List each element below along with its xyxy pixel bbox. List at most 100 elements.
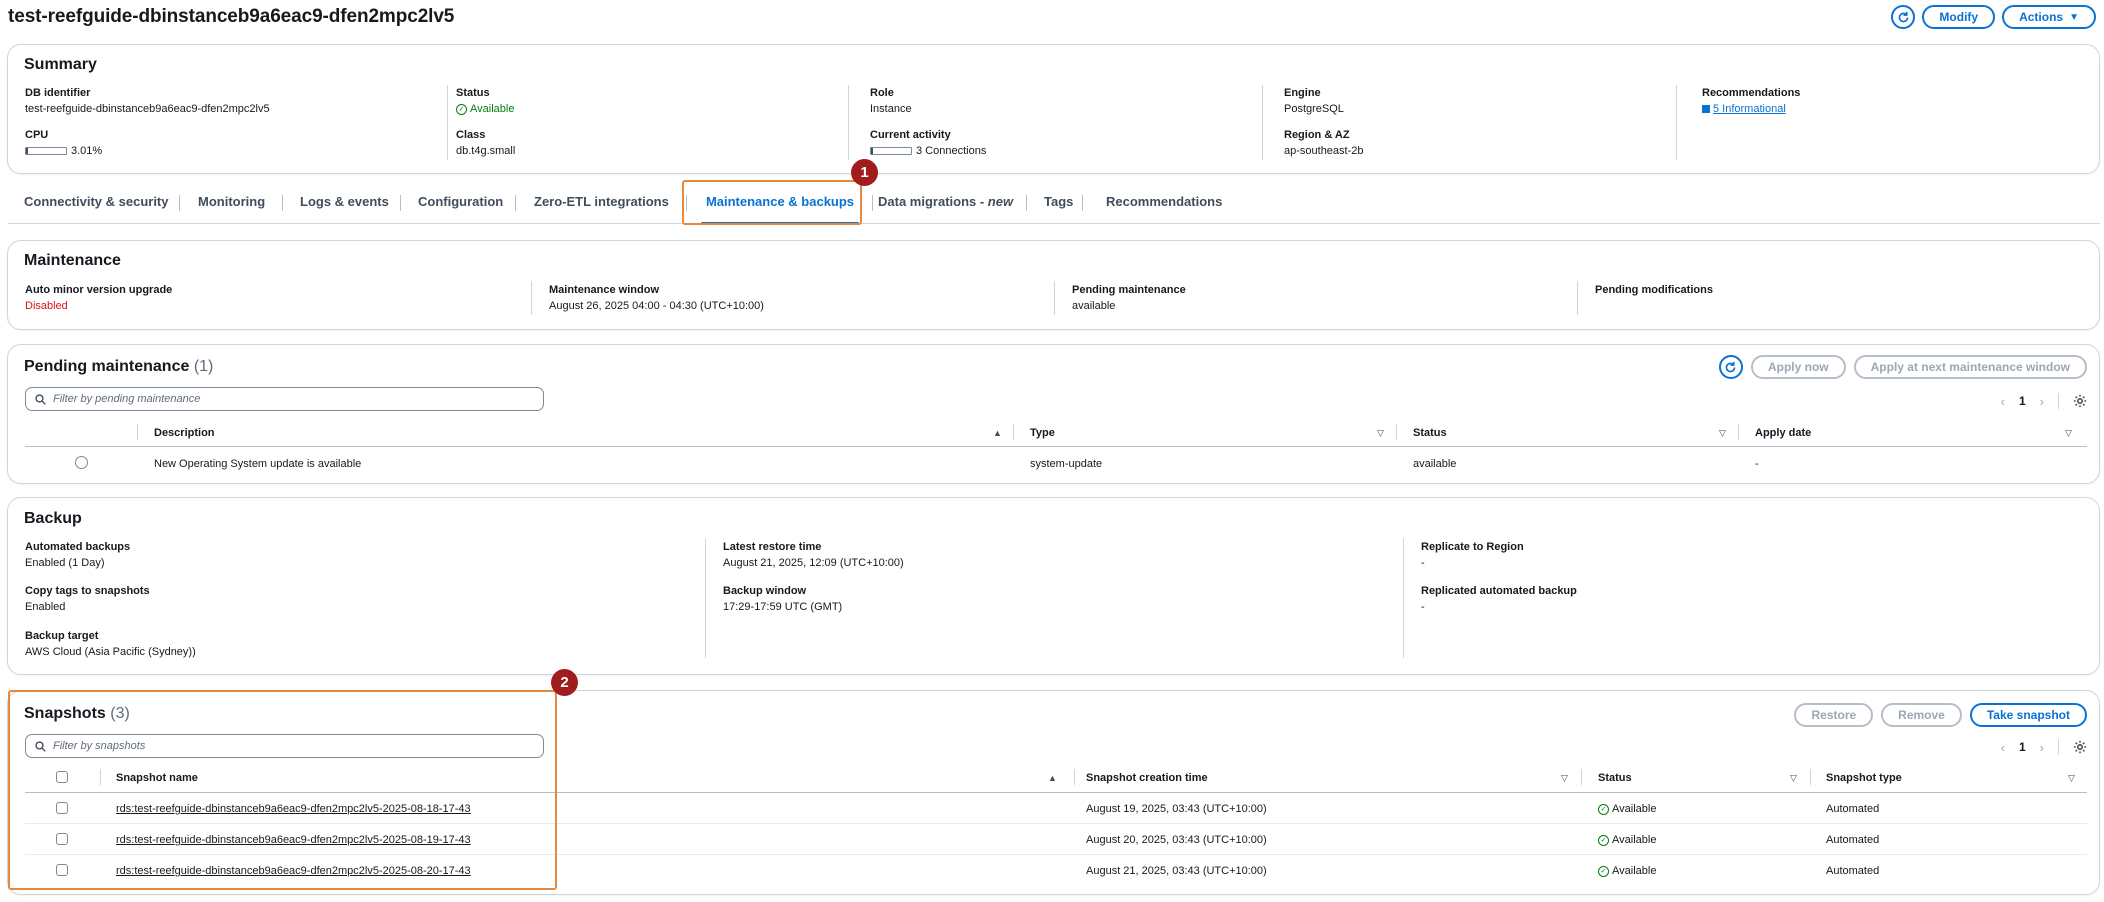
backup-window: Backup window 17:29-17:59 UTC (GMT) [723,585,842,613]
backup-target: Backup target AWS Cloud (Asia Pacific (S… [25,630,196,658]
gear-icon[interactable] [2073,394,2087,408]
class-label: Class [456,129,486,141]
restore-button[interactable]: Restore [1794,703,1874,727]
snapshots-filter[interactable] [25,734,544,758]
tab-configuration[interactable]: Configuration [418,180,503,224]
snapshot-name-link[interactable]: rds:test-reefguide-dbinstanceb9a6eac9-df… [116,834,471,846]
auto-minor-value: Disabled [25,300,68,312]
cpu-label: CPU [25,129,49,141]
sort-icon[interactable]: ▽ [2065,428,2072,439]
snapshot-creation-time: August 20, 2025, 03:43 (UTC+10:00) [1086,834,1267,846]
pending-maintenance-panel: Pending maintenance (1) Apply now Apply … [7,344,2100,484]
backup-target-label: Backup target [25,630,99,642]
tab-logs-events[interactable]: Logs & events [300,180,389,224]
sort-icon[interactable]: ▽ [2068,773,2075,784]
tab-separator [872,195,873,211]
class-value: db.t4g.small [456,145,516,157]
snapshot-creation-time: August 19, 2025, 03:43 (UTC+10:00) [1086,803,1267,815]
automated-backups-value: Enabled (1 Day) [25,557,105,569]
callout-badge-1: 1 [851,159,878,186]
next-page-icon[interactable]: › [2040,740,2044,755]
pending-maintenance-count: (1) [193,358,214,375]
latest-restore-value: August 21, 2025, 12:09 (UTC+10:00) [723,557,904,569]
select-all-checkbox[interactable] [56,771,68,783]
column-snapshot-name[interactable]: Snapshot name [116,772,198,784]
row-radio[interactable] [75,456,88,469]
class: Class db.t4g.small [456,129,515,157]
page-number[interactable]: 1 [2019,740,2026,754]
snapshot-status: ✓ Available [1598,834,1656,846]
pending-maintenance-filter-input[interactable] [53,393,523,405]
snapshots-filter-input[interactable] [53,740,523,752]
activity-meter [870,147,912,156]
refresh-button[interactable] [1891,5,1916,29]
active-tab-indicator [701,222,859,225]
replicate-to-region: Replicate to Region - [1421,541,1524,569]
sort-icon[interactable]: ▽ [1719,428,1726,439]
column-type[interactable]: Type [1030,427,1055,439]
column-separator [1581,769,1582,785]
row-checkbox[interactable] [56,864,68,876]
sort-ascending-icon[interactable]: ▲ [993,428,1002,438]
modify-button[interactable]: Modify [1922,5,1996,29]
pending-maintenance-value: available [1072,300,1116,312]
column-status[interactable]: Status [1598,772,1632,784]
column-snapshot-type[interactable]: Snapshot type [1826,772,1902,784]
apply-now-button[interactable]: Apply now [1750,355,1846,379]
sort-icon[interactable]: ▽ [1561,773,1568,784]
callout-badge-2: 2 [551,669,578,696]
column-snapshot-creation-time[interactable]: Snapshot creation time [1086,772,1208,784]
snapshots-title: Snapshots (3) [24,705,130,723]
page-title: test-reefguide-dbinstanceb9a6eac9-dfen2m… [8,6,455,27]
sort-icon[interactable]: ▽ [1377,428,1384,439]
engine: Engine PostgreSQL [1284,87,1344,115]
recommendations: Recommendations 5 Informational [1702,87,1800,115]
recommendations-link[interactable]: 5 Informational [1713,103,1786,115]
column-divider [447,85,448,160]
actions-dropdown[interactable]: Actions ▼ [2002,5,2096,29]
maintenance-window: Maintenance window August 26, 2025 04:00… [549,284,764,312]
maintenance-panel: Maintenance Auto minor version upgrade D… [7,240,2100,330]
backup-target-value: AWS Cloud (Asia Pacific (Sydney)) [25,646,196,658]
pending-maintenance-filter[interactable] [25,387,544,411]
tab-separator [1026,195,1027,211]
column-divider [848,85,849,160]
snapshot-name-link[interactable]: rds:test-reefguide-dbinstanceb9a6eac9-df… [116,865,471,877]
summary-title: Summary [24,56,97,73]
tab-zero-etl-integrations[interactable]: Zero-ETL integrations [534,180,669,224]
tab-monitoring[interactable]: Monitoring [198,180,265,224]
refresh-pending-button[interactable] [1718,355,1743,379]
snapshot-name-link[interactable]: rds:test-reefguide-dbinstanceb9a6eac9-df… [116,803,471,815]
row-type: system-update [1030,458,1103,470]
tab-data-migrations[interactable]: Data migrations - new [878,180,1013,224]
tab-tags[interactable]: Tags [1044,180,1073,224]
next-page-icon[interactable]: › [2040,394,2044,409]
pending-modifications-label: Pending modifications [1595,284,1713,296]
row-checkbox[interactable] [56,802,68,814]
copy-tags-label: Copy tags to snapshots [25,585,150,597]
prev-page-icon[interactable]: ‹ [2001,740,2005,755]
column-apply-date[interactable]: Apply date [1755,427,1811,439]
row-checkbox[interactable] [56,833,68,845]
tab-connectivity-security[interactable]: Connectivity & security [24,180,169,224]
snapshot-type: Automated [1826,803,1880,815]
page-number[interactable]: 1 [2019,394,2026,408]
take-snapshot-button[interactable]: Take snapshot [1969,703,2087,727]
tab-recommendations[interactable]: Recommendations [1106,180,1222,224]
latest-restore-label: Latest restore time [723,541,822,553]
prev-page-icon[interactable]: ‹ [2001,394,2005,409]
column-separator [137,424,138,440]
sort-icon[interactable]: ▽ [1790,773,1797,784]
status-text: Available [470,103,515,115]
remove-button[interactable]: Remove [1881,703,1962,727]
copy-tags-value: Enabled [25,601,66,613]
pending-maintenance-label: Pending maintenance [1072,284,1186,296]
tab-maintenance-backups[interactable]: Maintenance & backups [701,180,859,224]
column-separator [1013,424,1014,440]
apply-next-window-button[interactable]: Apply at next maintenance window [1853,355,2087,379]
gear-icon[interactable] [2073,740,2087,754]
db-identifier-label: DB identifier [25,87,91,99]
column-description[interactable]: Description [154,427,215,439]
sort-ascending-icon[interactable]: ▲ [1048,773,1057,783]
column-status[interactable]: Status [1413,427,1447,439]
